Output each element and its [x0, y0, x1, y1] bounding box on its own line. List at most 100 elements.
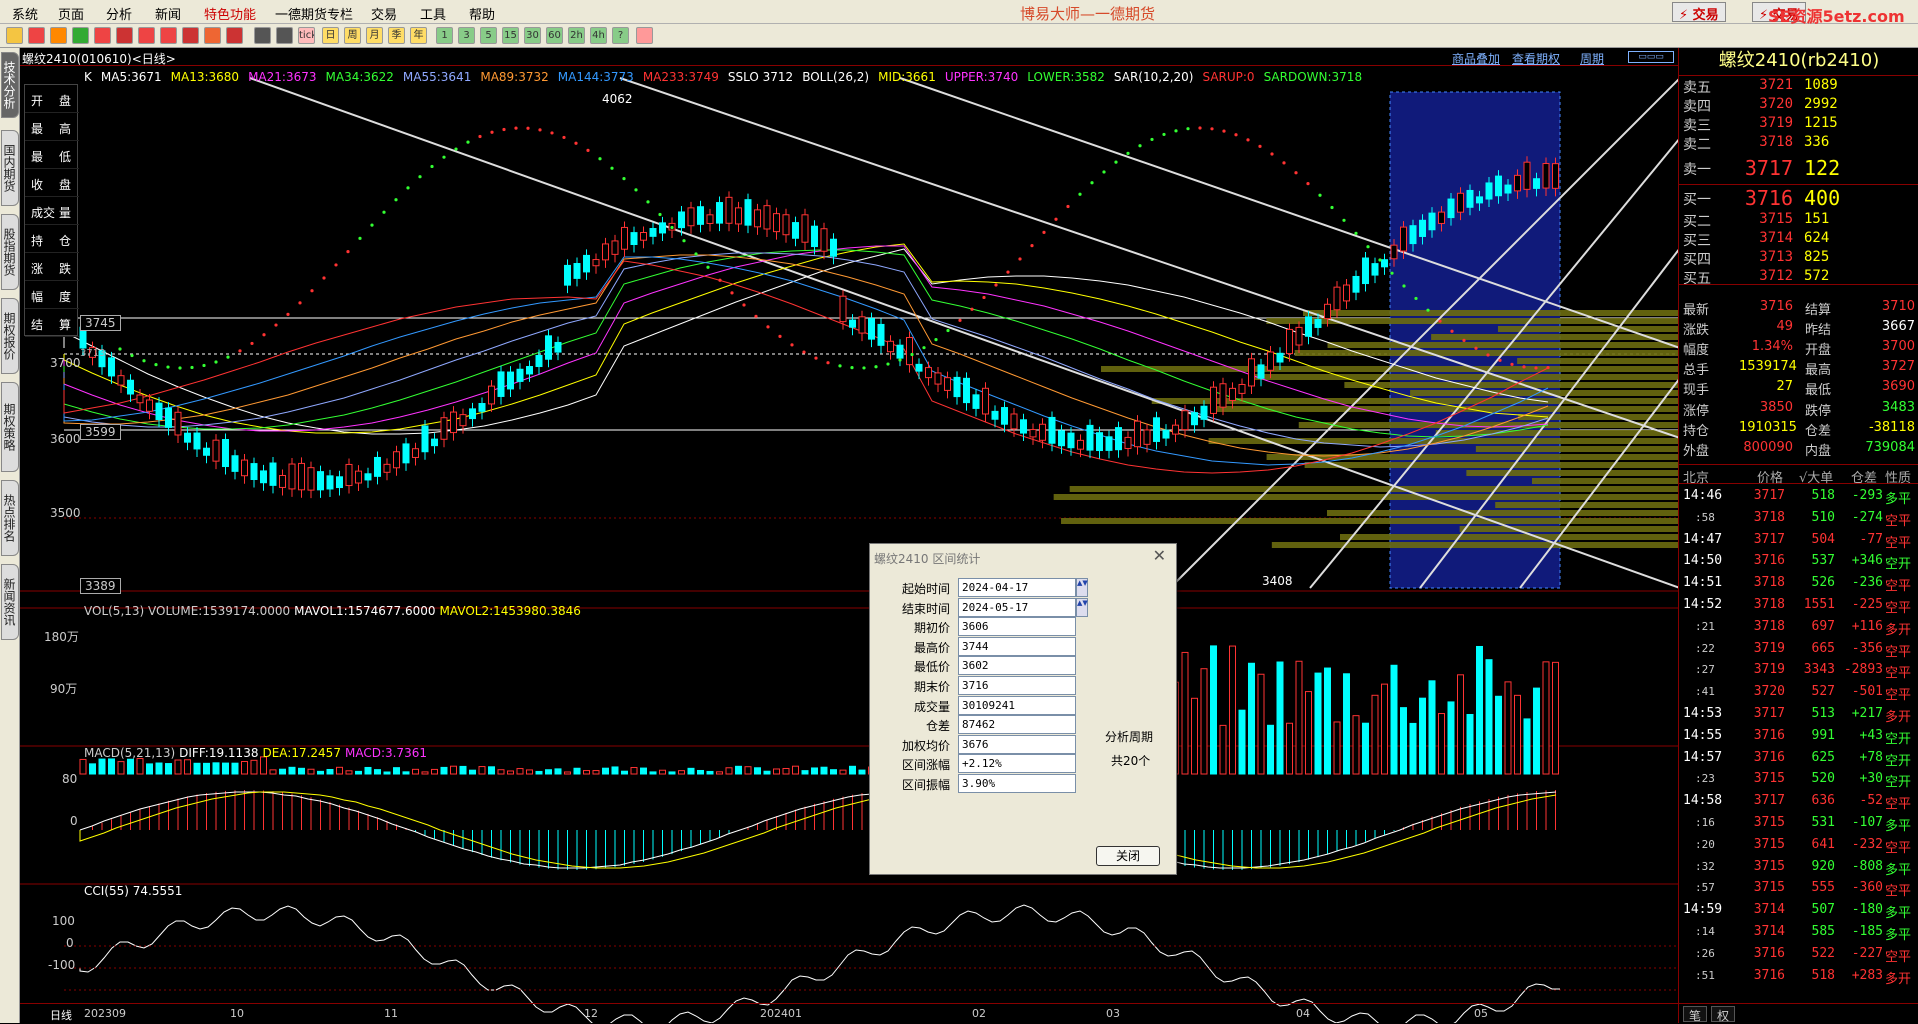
- date-spinner-icon[interactable]: ▲▼: [1076, 597, 1088, 617]
- calc-icon[interactable]: [636, 27, 653, 44]
- window-controls-icon[interactable]: ▭▭▭: [1628, 51, 1674, 63]
- dialog-value-0[interactable]: 2024-04-17: [958, 578, 1076, 597]
- bid-row-3[interactable]: 买四 3713 825: [1679, 248, 1918, 268]
- tick-row[interactable]: :32 3715 920 -808 多平: [1679, 856, 1918, 878]
- menu-special[interactable]: 特色功能: [204, 4, 256, 23]
- date-spinner-icon[interactable]: ▲▼: [1076, 578, 1088, 597]
- trade-button[interactable]: ⚡ 交易: [1672, 2, 1726, 23]
- back-icon[interactable]: [6, 27, 23, 44]
- tick-row[interactable]: :57 3715 555 -360 空平: [1679, 877, 1918, 899]
- dialog-value-6[interactable]: 30109241: [958, 695, 1076, 715]
- tab-option-strategy[interactable]: 期权策略: [1, 382, 19, 472]
- season-icon[interactable]: 季: [388, 27, 405, 44]
- menu-page[interactable]: 页面: [58, 4, 84, 23]
- tab-technical-analysis[interactable]: 技术分析: [1, 52, 19, 118]
- tick-row[interactable]: :22 3719 665 -356 空平: [1679, 638, 1918, 660]
- dialog-close-button[interactable]: 关闭: [1096, 846, 1160, 866]
- table-icon[interactable]: [254, 27, 271, 44]
- tick-row[interactable]: :14 3714 585 -185 多平: [1679, 921, 1918, 943]
- menu-help[interactable]: 帮助: [469, 4, 495, 23]
- dialog-value-3[interactable]: 3744: [958, 636, 1076, 656]
- dialog-value-4[interactable]: 3602: [958, 656, 1076, 676]
- link-view-options[interactable]: 查看期权: [1512, 50, 1560, 67]
- tab-index-futures[interactable]: 股指期货: [1, 214, 19, 290]
- ask-row-2[interactable]: 卖三 3719 1215: [1679, 114, 1918, 134]
- paint-icon[interactable]: [204, 27, 221, 44]
- dialog-value-8[interactable]: 3676: [958, 734, 1076, 754]
- tick-row[interactable]: 14:52 3718 1551 -225 空平: [1679, 594, 1918, 616]
- chart-canvas[interactable]: [20, 48, 1678, 1023]
- tick-row[interactable]: 14:50 3716 537 +346 空开: [1679, 550, 1918, 572]
- tab-rights[interactable]: 权: [1711, 1006, 1735, 1023]
- tick-row[interactable]: 14:57 3716 625 +78 空开: [1679, 747, 1918, 769]
- book-icon[interactable]: [50, 27, 67, 44]
- tick-row[interactable]: 14:51 3718 526 -236 空平: [1679, 572, 1918, 594]
- 2h-icon[interactable]: 2h: [568, 27, 585, 44]
- tab-hot-ranking[interactable]: 热点排名: [1, 480, 19, 556]
- dialog-value-9[interactable]: +2.12%: [958, 754, 1076, 774]
- menu-tools[interactable]: 工具: [420, 4, 446, 23]
- tick-row[interactable]: :51 3716 518 +283 多开: [1679, 965, 1918, 987]
- tick-row[interactable]: :41 3720 527 -501 空平: [1679, 681, 1918, 703]
- tab-option-quotes[interactable]: 期权报价: [1, 298, 19, 374]
- menu-trade[interactable]: 交易: [371, 4, 397, 23]
- 4h-icon[interactable]: 4h: [590, 27, 607, 44]
- dialog-value-1[interactable]: 2024-05-17: [958, 597, 1076, 617]
- week-icon[interactable]: 周: [344, 27, 361, 44]
- tick-row[interactable]: :27 3719 3343 -2893 空平: [1679, 659, 1918, 681]
- tick-head-bigorder[interactable]: √大单: [1799, 467, 1833, 486]
- menu-yide-column[interactable]: 一德期货专栏: [275, 4, 353, 23]
- tick-row[interactable]: 14:59 3714 507 -180 多平: [1679, 899, 1918, 921]
- tab-ticks[interactable]: 笔: [1683, 1006, 1707, 1023]
- 60min-icon[interactable]: 60: [546, 27, 563, 44]
- menu-system[interactable]: 系统: [12, 4, 38, 23]
- day-icon[interactable]: 日: [322, 27, 339, 44]
- link-overlay-commodity[interactable]: 商品叠加: [1452, 50, 1500, 67]
- tick-row[interactable]: :58 3718 510 -274 空平: [1679, 507, 1918, 529]
- 30min-icon[interactable]: 30: [524, 27, 541, 44]
- window-icon[interactable]: [94, 27, 111, 44]
- dialog-close-icon[interactable]: ✕: [1153, 546, 1166, 565]
- year-icon[interactable]: 年: [410, 27, 427, 44]
- bid-row-2[interactable]: 买三 3714 624: [1679, 229, 1918, 249]
- home-icon[interactable]: [28, 27, 45, 44]
- tick-row[interactable]: :21 3718 697 +116 多开: [1679, 616, 1918, 638]
- tick-row[interactable]: 14:53 3717 513 +217 多开: [1679, 703, 1918, 725]
- month-icon[interactable]: 月: [366, 27, 383, 44]
- 5min-icon[interactable]: 5: [480, 27, 497, 44]
- dialog-value-2[interactable]: 3606: [958, 617, 1076, 637]
- ask-row-4[interactable]: 卖一 3717 122: [1679, 156, 1918, 184]
- menu-news[interactable]: 新闻: [155, 4, 181, 23]
- 3min-icon[interactable]: 3: [458, 27, 475, 44]
- bid-row-1[interactable]: 买二 3715 151: [1679, 210, 1918, 230]
- zoom-in-icon[interactable]: [138, 27, 155, 44]
- ask-row-0[interactable]: 卖五 3721 1089: [1679, 76, 1918, 96]
- list-icon[interactable]: [276, 27, 293, 44]
- tick-row[interactable]: 14:55 3716 991 +43 空开: [1679, 725, 1918, 747]
- tick-row[interactable]: 14:46 3717 518 -293 多平: [1679, 485, 1918, 507]
- cup-icon[interactable]: [226, 27, 243, 44]
- menu-analysis[interactable]: 分析: [106, 4, 132, 23]
- tab-domestic-futures[interactable]: 国内期货: [1, 130, 19, 206]
- dialog-value-10[interactable]: 3.90%: [958, 774, 1076, 793]
- ask-row-1[interactable]: 卖四 3720 2992: [1679, 95, 1918, 115]
- tick-row[interactable]: 14:47 3717 504 -77 空平: [1679, 529, 1918, 551]
- link-period[interactable]: 周期: [1580, 50, 1604, 67]
- tick-row[interactable]: 14:58 3717 636 -52 空平: [1679, 790, 1918, 812]
- dialog-value-5[interactable]: 3716: [958, 676, 1076, 695]
- chart-area[interactable]: 螺纹2410(010610)<日线> 商品叠加 查看期权 周期 ▭▭▭ K MA5…: [20, 48, 1678, 1023]
- tick-row[interactable]: :16 3715 531 -107 多平: [1679, 812, 1918, 834]
- zoom-out-icon[interactable]: [160, 27, 177, 44]
- tab-news-info[interactable]: 新闻资讯: [1, 564, 19, 640]
- tick-icon[interactable]: tick: [298, 27, 315, 44]
- tick-row[interactable]: :20 3715 641 -232 空平: [1679, 834, 1918, 856]
- 1min-icon[interactable]: 1: [436, 27, 453, 44]
- refresh-icon[interactable]: [72, 27, 89, 44]
- custom-icon[interactable]: ?: [612, 27, 629, 44]
- pen-icon[interactable]: [182, 27, 199, 44]
- 15min-icon[interactable]: 15: [502, 27, 519, 44]
- dialog-value-7[interactable]: 87462: [958, 715, 1076, 735]
- tick-row[interactable]: :26 3716 522 -227 空平: [1679, 943, 1918, 965]
- search-icon[interactable]: [116, 27, 133, 44]
- tick-row[interactable]: :23 3715 520 +30 空开: [1679, 768, 1918, 790]
